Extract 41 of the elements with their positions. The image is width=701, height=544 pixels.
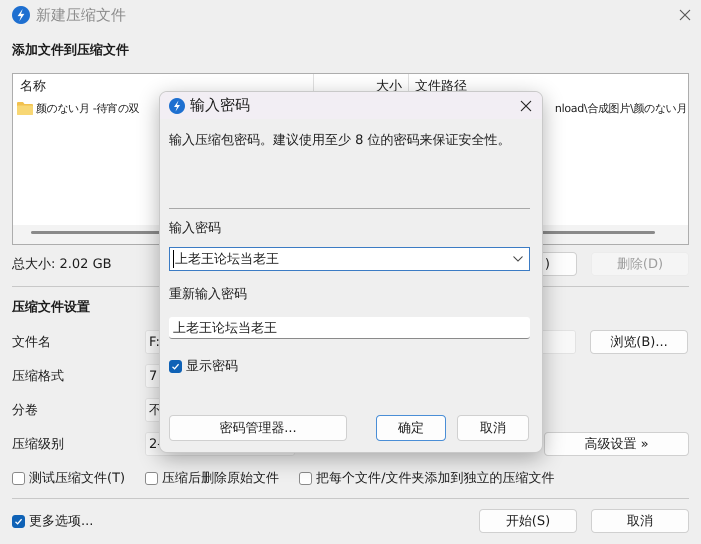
browse-button[interactable]: 浏览(B)... bbox=[590, 330, 688, 354]
checkbox-label: 压缩后删除原始文件 bbox=[162, 470, 280, 487]
password-field[interactable]: 上老王论坛当老王 bbox=[169, 317, 530, 339]
start-button[interactable]: 开始(S) bbox=[479, 509, 577, 533]
app-icon bbox=[12, 6, 30, 24]
file-path: nload\合成图片\颜のない月 bbox=[554, 102, 687, 114]
checkbox[interactable] bbox=[145, 472, 158, 484]
total-size-label: 总大小: 2.02 GB bbox=[12, 256, 112, 273]
advanced-settings-button[interactable]: 高级设置 » bbox=[544, 432, 689, 456]
checkbox-label: 显示密码 bbox=[186, 358, 238, 375]
hint-text: 输入压缩包密码。建议使用至少 8 位的密码来保证安全性。 bbox=[169, 132, 511, 150]
cancel-button[interactable]: 取消 bbox=[457, 415, 529, 441]
file-name[interactable]: 颜のない月 -待宵の双 bbox=[36, 100, 140, 116]
app-icon bbox=[169, 98, 185, 114]
password-combo[interactable]: 上老王论坛当老王 bbox=[169, 247, 530, 271]
dialog-title: 输入密码 bbox=[190, 96, 251, 115]
checkbox[interactable] bbox=[12, 472, 25, 484]
checkbox-label: 更多选项... bbox=[29, 513, 94, 530]
column-header[interactable]: 大小 bbox=[376, 76, 402, 94]
checkbox-label: 把每个文件/文件夹添加到独立的压缩文件 bbox=[316, 470, 554, 487]
section-heading: 压缩文件设置 bbox=[12, 299, 90, 317]
window-title: 新建压缩文件 bbox=[36, 6, 127, 24]
field-label: 输入密码 bbox=[169, 220, 221, 238]
field-label: 文件名 bbox=[12, 334, 52, 351]
field-label: 分卷 bbox=[12, 402, 39, 419]
ok-button[interactable]: 确定 bbox=[376, 415, 446, 441]
checkbox[interactable] bbox=[12, 514, 25, 528]
field-label: 压缩格式 bbox=[12, 368, 65, 385]
checkbox[interactable] bbox=[169, 360, 182, 372]
checkbox[interactable] bbox=[299, 472, 312, 484]
section-heading: 添加文件到压缩文件 bbox=[12, 42, 129, 60]
field-label: 压缩级别 bbox=[12, 436, 65, 453]
password-manager-button[interactable]: 密码管理器... bbox=[169, 415, 347, 441]
chevron-down-icon[interactable] bbox=[513, 256, 523, 262]
close-icon[interactable] bbox=[520, 100, 532, 112]
checkbox-label: 测试压缩文件(T) bbox=[29, 470, 126, 487]
column-header[interactable]: 名称 bbox=[20, 76, 46, 94]
field-label: 重新输入密码 bbox=[169, 286, 247, 304]
cancel-button[interactable]: 取消 bbox=[591, 509, 689, 533]
folder-icon bbox=[17, 101, 33, 115]
close-icon[interactable] bbox=[679, 9, 691, 21]
